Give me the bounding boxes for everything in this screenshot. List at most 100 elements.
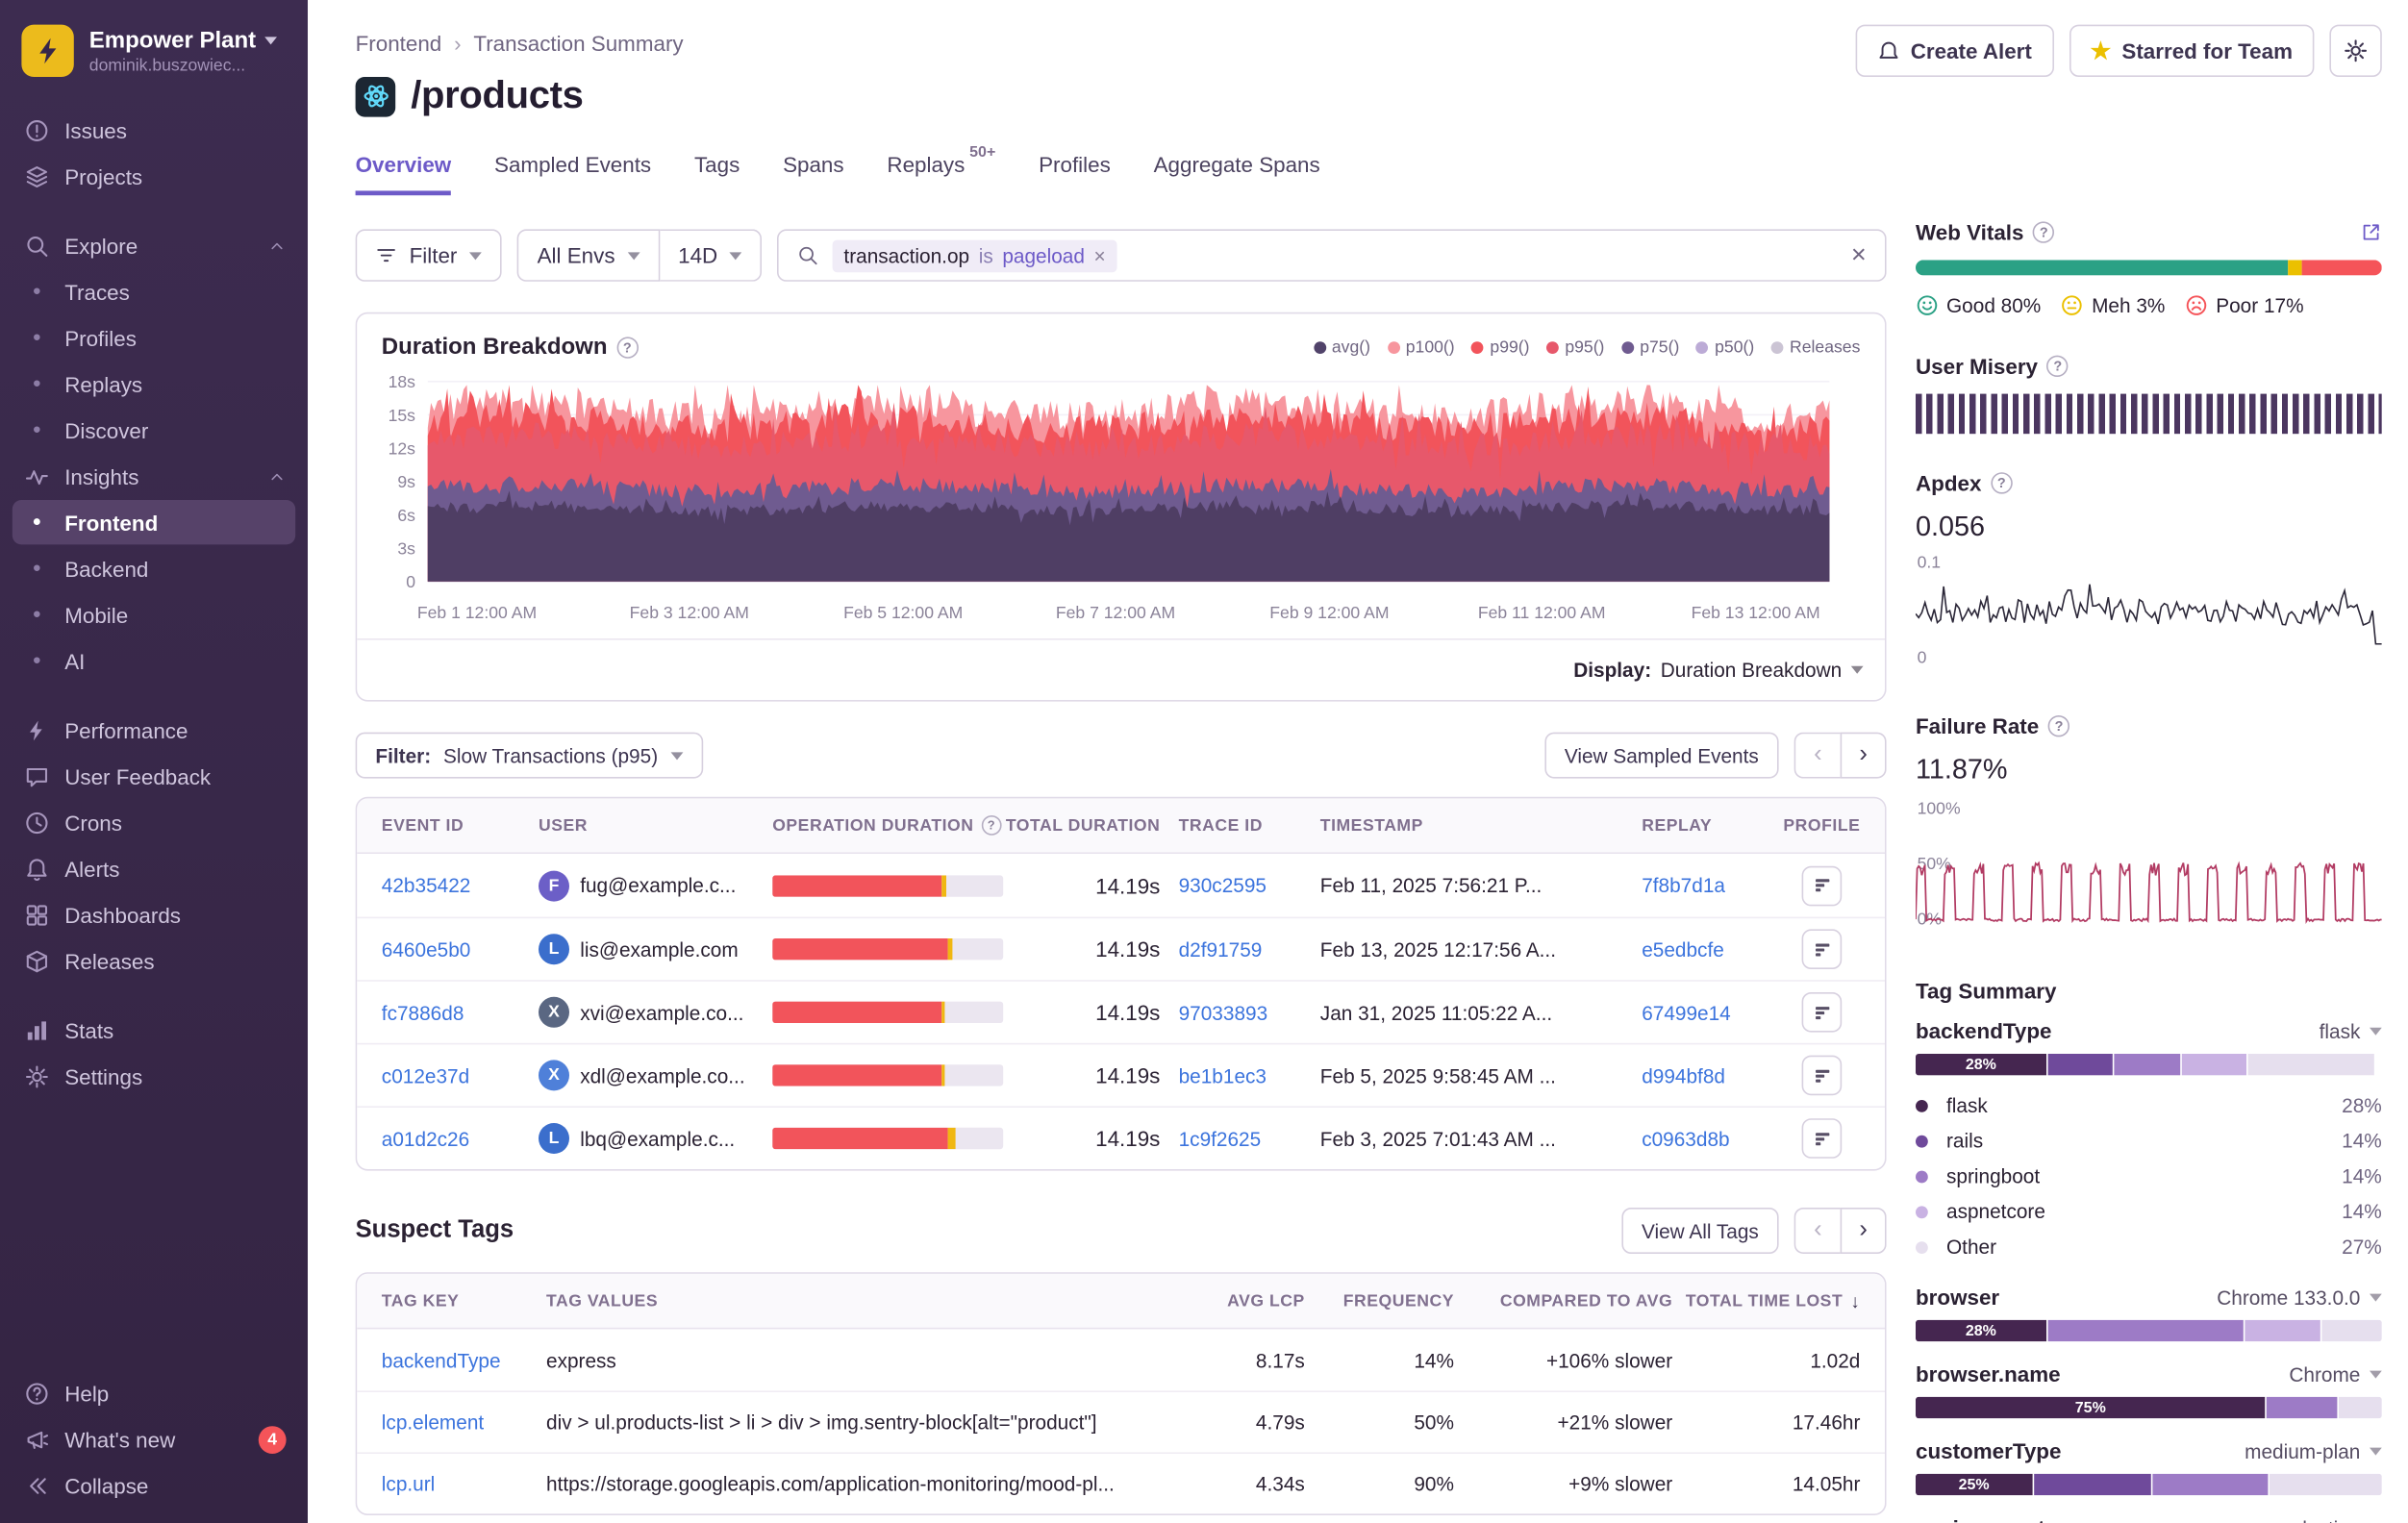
- next-page-button[interactable]: ›: [1841, 733, 1887, 779]
- display-selector[interactable]: Duration Breakdown: [1661, 659, 1864, 682]
- open-in-panel-icon[interactable]: [2360, 221, 2381, 242]
- legend-item[interactable]: Releases: [1771, 337, 1861, 356]
- column-header-total-time-lost[interactable]: TOTAL TIME LOST ↓: [1691, 1290, 1860, 1311]
- legend-item[interactable]: p95(): [1546, 337, 1604, 356]
- profile-button[interactable]: [1802, 865, 1843, 906]
- tag-distribution-bar[interactable]: 25%: [1916, 1474, 2382, 1495]
- tag-key-link[interactable]: backendType: [382, 1348, 528, 1371]
- column-header-frequency[interactable]: FREQUENCY: [1323, 1291, 1454, 1310]
- tag-distribution-bar[interactable]: 75%: [1916, 1397, 2382, 1418]
- tab-replays[interactable]: Replays50+: [887, 152, 995, 195]
- sidebar-item-profiles[interactable]: •Profiles: [0, 315, 308, 360]
- tag-value-selector[interactable]: medium-plan: [2245, 1439, 2382, 1462]
- tag-distribution-bar[interactable]: 28%: [1916, 1054, 2382, 1075]
- replay-link[interactable]: c0963d8b: [1642, 1127, 1765, 1150]
- info-icon[interactable]: ?: [2033, 221, 2054, 242]
- sidebar-item-projects[interactable]: Projects: [0, 154, 308, 198]
- sidebar-item-ai[interactable]: •AI: [0, 638, 308, 683]
- profile-button[interactable]: [1802, 1056, 1843, 1096]
- column-header-user[interactable]: USER: [539, 816, 754, 835]
- view-all-tags-button[interactable]: View All Tags: [1621, 1208, 1778, 1254]
- event-id-link[interactable]: a01d2c26: [382, 1127, 520, 1150]
- sidebar-item-traces[interactable]: •Traces: [0, 269, 308, 313]
- legend-item[interactable]: p75(): [1621, 337, 1679, 356]
- org-switcher[interactable]: Empower Plant dominik.buszowiec...: [0, 21, 308, 108]
- replay-link[interactable]: 67499e14: [1642, 1001, 1765, 1024]
- column-header-operation-duration[interactable]: OPERATION DURATION ?: [772, 815, 1003, 836]
- tab-profiles[interactable]: Profiles: [1039, 152, 1111, 195]
- sidebar-item-insights[interactable]: Insights: [0, 454, 308, 498]
- sidebar-item-discover[interactable]: •Discover: [0, 408, 308, 452]
- tag-value-selector[interactable]: production: [2267, 1516, 2382, 1523]
- replay-link[interactable]: 7f8b7d1a: [1642, 874, 1765, 897]
- breadcrumb-frontend[interactable]: Frontend: [356, 31, 442, 56]
- sidebar-item-what-s-new[interactable]: What's new4: [0, 1417, 308, 1461]
- event-id-link[interactable]: 42b35422: [382, 874, 520, 897]
- trace-id-link[interactable]: 97033893: [1179, 1001, 1302, 1024]
- environment-selector[interactable]: All Envs: [517, 229, 660, 281]
- tab-sampled-events[interactable]: Sampled Events: [494, 152, 651, 195]
- sidebar-item-settings[interactable]: Settings: [0, 1054, 308, 1098]
- tab-tags[interactable]: Tags: [694, 152, 740, 195]
- token-remove-icon[interactable]: ×: [1094, 244, 1106, 267]
- next-page-button[interactable]: ›: [1841, 1208, 1887, 1254]
- trace-id-link[interactable]: 1c9f2625: [1179, 1127, 1302, 1150]
- starred-for-team-button[interactable]: ★Starred for Team: [2069, 25, 2314, 77]
- column-header-profile[interactable]: PROFILE: [1783, 816, 1860, 835]
- duration-breakdown-chart[interactable]: 18s15s12s9s6s3s0Feb 1 12:00 AMFeb 3 12:0…: [364, 369, 1843, 631]
- replay-link[interactable]: e5edbcfe: [1642, 937, 1765, 961]
- tag-distribution-bar[interactable]: 28%: [1916, 1320, 2382, 1341]
- column-header-timestamp[interactable]: TIMESTAMP: [1320, 816, 1623, 835]
- sidebar-item-mobile[interactable]: •Mobile: [0, 592, 308, 637]
- info-icon[interactable]: ?: [616, 337, 638, 358]
- sidebar-item-crons[interactable]: Crons: [0, 800, 308, 844]
- column-header-trace-id[interactable]: TRACE ID: [1179, 816, 1302, 835]
- legend-item[interactable]: p99(): [1471, 337, 1529, 356]
- sidebar-item-alerts[interactable]: Alerts: [0, 846, 308, 890]
- replay-link[interactable]: d994bf8d: [1642, 1063, 1765, 1086]
- trace-id-link[interactable]: 930c2595: [1179, 874, 1302, 897]
- sidebar-item-replays[interactable]: •Replays: [0, 362, 308, 406]
- legend-item[interactable]: p50(): [1696, 337, 1754, 356]
- column-header-compared-to-avg[interactable]: COMPARED TO AVG: [1472, 1291, 1672, 1310]
- sidebar-item-performance[interactable]: Performance: [0, 708, 308, 752]
- column-header-total-duration[interactable]: TOTAL DURATION: [1021, 816, 1160, 835]
- trace-id-link[interactable]: be1b1ec3: [1179, 1063, 1302, 1086]
- tab-overview[interactable]: Overview: [356, 152, 452, 195]
- sidebar-item-frontend[interactable]: •Frontend: [13, 500, 295, 544]
- trace-id-link[interactable]: d2f91759: [1179, 937, 1302, 961]
- search-token[interactable]: transaction.op is pageload ×: [833, 239, 1116, 272]
- column-header-avg-lcp[interactable]: AVG LCP: [1197, 1291, 1305, 1310]
- legend-item[interactable]: p100(): [1388, 337, 1455, 356]
- previous-page-button[interactable]: ‹: [1794, 1208, 1841, 1254]
- sidebar-item-help[interactable]: Help: [0, 1371, 308, 1415]
- sidebar-item-backend[interactable]: •Backend: [0, 546, 308, 590]
- event-id-link[interactable]: fc7886d8: [382, 1001, 520, 1024]
- tag-key-link[interactable]: lcp.url: [382, 1472, 528, 1495]
- previous-page-button[interactable]: ‹: [1794, 733, 1841, 779]
- filter-button[interactable]: Filter: [356, 229, 502, 281]
- info-icon[interactable]: ?: [2047, 356, 2069, 377]
- info-icon[interactable]: ?: [1991, 472, 2012, 493]
- profile-button[interactable]: [1802, 992, 1843, 1033]
- sidebar-item-user-feedback[interactable]: User Feedback: [0, 754, 308, 798]
- date-range-selector[interactable]: 14D: [660, 229, 763, 281]
- sidebar-item-collapse[interactable]: Collapse: [0, 1463, 308, 1508]
- profile-button[interactable]: [1802, 929, 1843, 969]
- info-icon[interactable]: ?: [2048, 715, 2069, 737]
- sidebar-item-stats[interactable]: Stats: [0, 1008, 308, 1052]
- profile-button[interactable]: [1802, 1118, 1843, 1159]
- event-id-link[interactable]: c012e37d: [382, 1063, 520, 1086]
- legend-item[interactable]: avg(): [1314, 337, 1370, 356]
- sidebar-item-releases[interactable]: Releases: [0, 938, 308, 983]
- sidebar-item-explore[interactable]: Explore: [0, 223, 308, 267]
- sidebar-item-dashboards[interactable]: Dashboards: [0, 892, 308, 936]
- tag-key-link[interactable]: lcp.element: [382, 1411, 528, 1434]
- view-sampled-events-button[interactable]: View Sampled Events: [1544, 733, 1779, 779]
- tag-value-selector[interactable]: flask: [2320, 1019, 2382, 1042]
- tag-value-selector[interactable]: Chrome 133.0.0: [2217, 1286, 2382, 1309]
- event-id-link[interactable]: 6460e5b0: [382, 937, 520, 961]
- search-clear-icon[interactable]: ×: [1851, 240, 1867, 271]
- tab-spans[interactable]: Spans: [783, 152, 844, 195]
- column-header-tag-values[interactable]: TAG VALUES: [546, 1291, 1179, 1310]
